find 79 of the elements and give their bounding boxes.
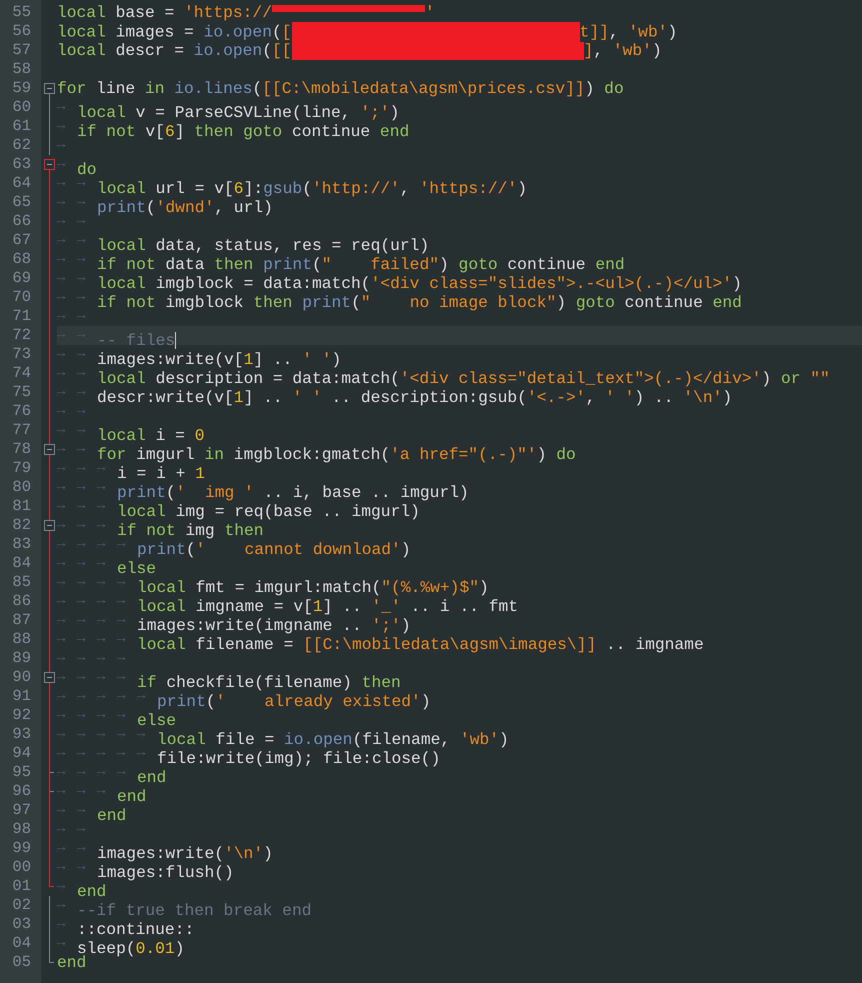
code-line: for line in io.lines([[C:\mobiledata\agsm\prices.csv]]) do <box>57 79 624 98</box>
line-number: 96 <box>11 782 31 801</box>
code-line: → end <box>57 878 106 896</box>
line-number: 65 <box>11 193 31 212</box>
line-number: 88 <box>11 630 31 649</box>
code-line: → → <box>57 212 86 231</box>
line-number: 05 <box>11 953 31 972</box>
line-number: 79 <box>11 459 31 478</box>
line-number: 59 <box>11 79 31 98</box>
code-line: → → → → end <box>57 764 166 782</box>
line-number: 85 <box>11 573 31 592</box>
line-number: 94 <box>11 744 31 763</box>
code-line: → do <box>57 155 97 174</box>
line-number: 82 <box>11 516 31 535</box>
line-number: 87 <box>11 611 31 630</box>
line-number: 68 <box>11 250 31 269</box>
line-number: 89 <box>11 649 31 668</box>
code-line: → → <box>57 820 86 839</box>
line-number: 69 <box>11 269 31 288</box>
line-number: 71 <box>11 307 31 326</box>
line-number: 83 <box>11 535 31 554</box>
code-line: → → <box>57 307 86 326</box>
code-line: → → → → else <box>57 707 176 725</box>
code-line: → → end <box>57 802 126 820</box>
line-number: 93 <box>11 725 31 744</box>
line-number: 78 <box>11 440 31 459</box>
code-line: local base = 'https:// ' <box>57 3 435 22</box>
line-number: 70 <box>11 288 31 307</box>
code-line: → ::continue:: <box>57 916 194 934</box>
line-number: 95 <box>11 763 31 782</box>
line-number: 67 <box>11 231 31 250</box>
code-line: local images = io.open([ t]], 'wb') <box>57 22 678 41</box>
line-number: 02 <box>11 896 31 915</box>
line-number: 77 <box>11 421 31 440</box>
line-number: 64 <box>11 174 31 193</box>
line-number: 76 <box>11 402 31 421</box>
line-number: 97 <box>11 801 31 820</box>
text-cursor <box>175 332 176 350</box>
line-number: 04 <box>11 934 31 953</box>
line-number: 86 <box>11 592 31 611</box>
collapse-icon[interactable] <box>44 520 55 531</box>
collapse-icon[interactable] <box>44 159 55 170</box>
line-number: 66 <box>11 212 31 231</box>
line-number: 84 <box>11 554 31 573</box>
line-number: 61 <box>11 117 31 136</box>
code-line: → → local i = 0 <box>57 421 204 440</box>
line-number: 57 <box>11 41 31 60</box>
code-line: → → → end <box>57 782 146 801</box>
code-line: → → -- files <box>57 326 176 345</box>
code-line: → → → else <box>57 555 156 573</box>
code-line: → --if true then break end <box>57 896 312 915</box>
line-number: 91 <box>11 687 31 706</box>
line-number: 58 <box>11 60 31 79</box>
line-number: 60 <box>11 98 31 117</box>
code-line: local descr = io.open([[ ], 'wb') <box>57 41 662 60</box>
line-number: 98 <box>11 820 31 839</box>
line-number: 01 <box>11 877 31 896</box>
line-number: 74 <box>11 364 31 383</box>
line-number: 75 <box>11 383 31 402</box>
collapse-icon[interactable] <box>44 672 55 683</box>
line-number: 92 <box>11 706 31 725</box>
collapse-icon[interactable] <box>44 444 55 455</box>
line-number: 63 <box>11 155 31 174</box>
line-number: 99 <box>11 839 31 858</box>
line-number: 90 <box>11 668 31 687</box>
line-number: 62 <box>11 136 31 155</box>
line-number: 72 <box>11 326 31 345</box>
code-line: → → → → <box>57 649 126 668</box>
line-number: 56 <box>11 22 31 41</box>
line-number: 81 <box>11 497 31 516</box>
code-line: end <box>57 953 86 972</box>
collapse-icon[interactable] <box>44 83 55 94</box>
line-number: 80 <box>11 478 31 497</box>
line-number: 55 <box>11 3 31 22</box>
line-number: 00 <box>11 858 31 877</box>
code-line: → <box>57 136 66 155</box>
code-line: → → <box>57 402 86 421</box>
line-number: 03 <box>11 915 31 934</box>
line-number: 73 <box>11 345 31 364</box>
